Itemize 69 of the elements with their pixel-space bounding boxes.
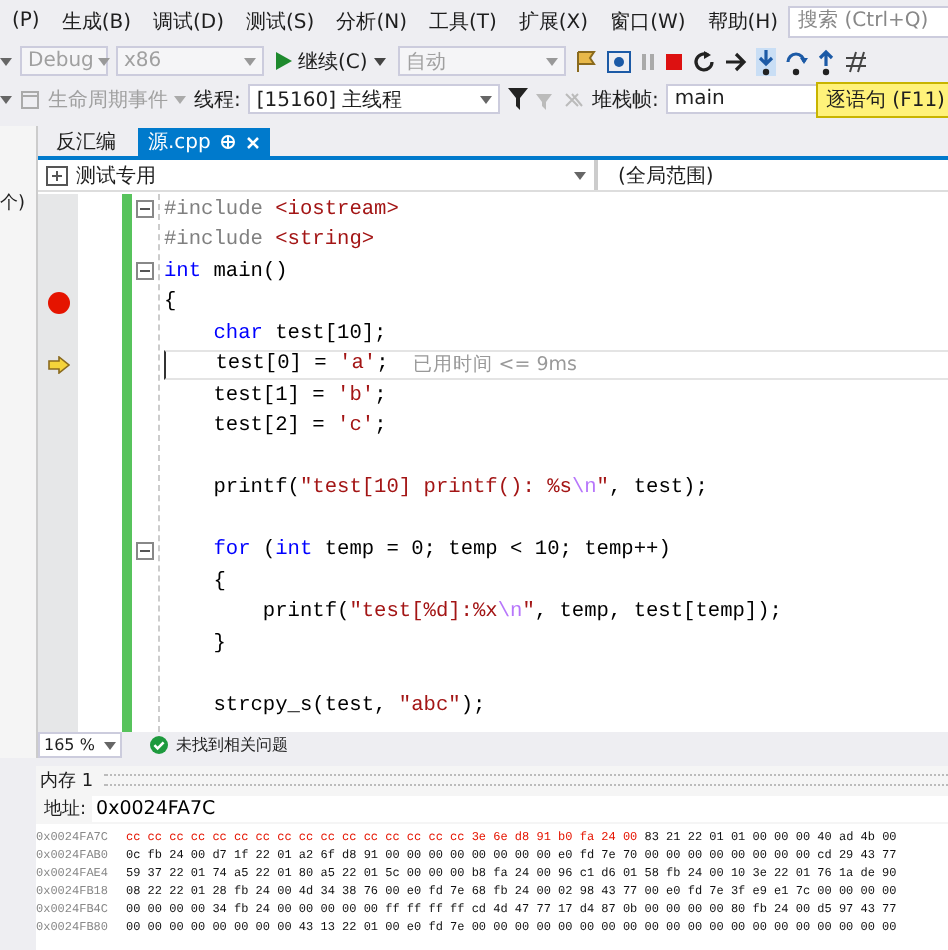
step-out-icon[interactable]	[815, 47, 836, 75]
check-icon	[150, 736, 168, 754]
code-line: test[1] = 'b';	[211, 383, 387, 408]
document-tab[interactable]: 源.cpp	[138, 128, 271, 156]
project-icon	[46, 165, 68, 185]
search-field[interactable]: 搜索 (Ctrl+Q)	[788, 5, 948, 37]
menu-item[interactable]: 帮助(H)	[695, 7, 789, 35]
menu-item[interactable]: 扩展(X)	[506, 7, 599, 35]
stop-icon[interactable]	[663, 51, 684, 71]
caret-icon	[480, 95, 493, 103]
collapse-icon[interactable]	[136, 541, 154, 560]
caret-icon	[174, 95, 186, 103]
caret-icon	[373, 57, 386, 65]
menu-item[interactable]: 调试(D)	[141, 7, 235, 35]
menu-item[interactable]: 生成(B)	[49, 7, 142, 35]
thread-dropdown[interactable]: [15160] 主线程	[248, 84, 501, 114]
step-into-icon[interactable]	[755, 47, 776, 75]
screenshot-icon[interactable]	[605, 49, 632, 73]
caret-icon[interactable]	[0, 57, 12, 65]
code-line: }	[211, 631, 226, 656]
issues-status: 未找到相关问题	[176, 734, 288, 756]
flag-icon[interactable]	[573, 49, 598, 73]
play-icon	[276, 52, 292, 70]
continue-button[interactable]: 继续(C)	[272, 47, 390, 75]
caret-icon	[574, 171, 586, 179]
address-label: 地址:	[44, 797, 87, 822]
caret-icon	[545, 57, 558, 65]
menu-item[interactable]: 窗口(W)	[598, 7, 696, 35]
zoom-dropdown[interactable]: 165 %	[38, 732, 122, 758]
thread-label: 线程:	[194, 87, 241, 113]
close-icon[interactable]	[246, 135, 261, 149]
step-over-icon[interactable]	[783, 47, 808, 75]
code-line: int main()	[164, 259, 288, 284]
hex-icon[interactable]	[843, 49, 868, 73]
elapsed-time-hint: 已用时间 <= 9ms	[412, 351, 577, 378]
code-line: #include <iostream>	[164, 197, 399, 222]
calendar-icon	[20, 89, 40, 109]
code-line: strcpy_s(test, "abc");	[211, 693, 486, 718]
code-line: test[2] = 'c';	[211, 414, 387, 439]
caret-icon	[97, 57, 110, 65]
code-line: {	[164, 290, 177, 315]
code-line: char test[10];	[211, 321, 387, 346]
breakpoint-icon[interactable]	[47, 291, 69, 314]
restart-icon[interactable]	[691, 49, 716, 73]
stack-frame-label: 堆栈帧:	[592, 87, 659, 113]
caret-icon	[104, 741, 116, 749]
code-line: printf("test[10] printf(): %s\n", test);	[211, 476, 708, 501]
code-line: for (int temp = 0; temp < 10; temp++)	[211, 538, 671, 563]
tooltip: 逐语句 (F11)	[816, 82, 948, 118]
collapse-icon[interactable]	[136, 200, 154, 219]
code-line: test[0] = 'a';	[213, 352, 389, 377]
code-line: {	[211, 569, 226, 594]
scope-dropdown[interactable]: (全局范围)	[598, 160, 948, 190]
code-line: printf("test[%d]:%x\n", temp, test[temp]);	[260, 600, 782, 625]
arrow-icon[interactable]	[723, 51, 748, 71]
collapse-icon[interactable]	[136, 262, 154, 281]
panel-title: 内存 1	[40, 769, 94, 793]
filter-icon[interactable]	[508, 88, 529, 110]
document-tab[interactable]: 反汇编	[46, 128, 126, 156]
panel-text: 个)	[0, 191, 26, 216]
caret-icon	[244, 57, 256, 65]
menu-item[interactable]: 测试(S)	[234, 7, 325, 35]
caret-icon[interactable]	[0, 95, 12, 103]
menu-item[interactable]: 工具(T)	[416, 7, 507, 35]
address-field[interactable]: 0x0024FA7C	[92, 796, 948, 822]
pin-icon[interactable]	[220, 134, 237, 150]
menu-item[interactable]: (P)	[0, 10, 50, 32]
menu-item[interactable]: 分析(N)	[324, 7, 417, 35]
code-line: #include <string>	[164, 228, 375, 253]
